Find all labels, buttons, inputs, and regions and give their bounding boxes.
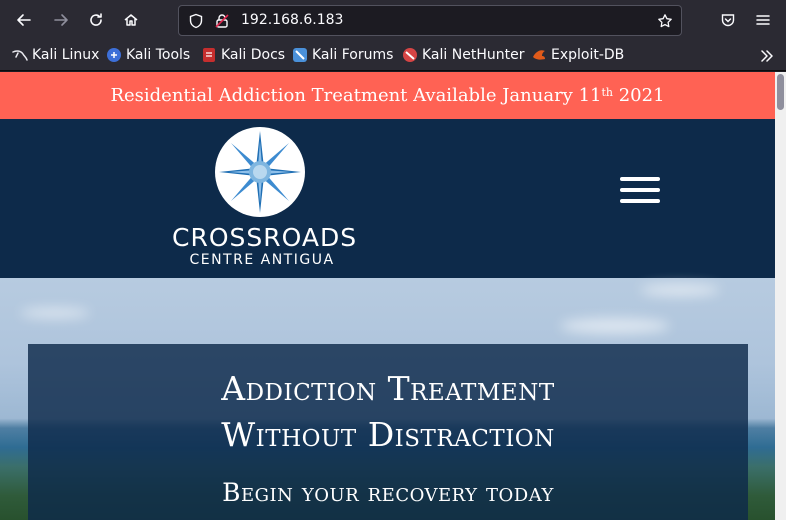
hamburger-line xyxy=(620,199,660,203)
hero-cloud xyxy=(640,284,720,296)
bookmark-exploit-db[interactable]: Exploit-DB xyxy=(531,47,624,63)
bookmark-kali-forums[interactable]: Kali Forums xyxy=(292,47,393,63)
browser-toolbar: 192.168.6.183 xyxy=(0,0,786,40)
hamburger-line xyxy=(620,177,660,181)
scrollbar-thumb[interactable] xyxy=(777,74,784,110)
bookmark-label: Kali Docs xyxy=(221,47,286,63)
hero-heading-line-2: Without Distraction xyxy=(221,415,555,454)
home-button[interactable] xyxy=(119,8,143,32)
back-arrow-icon xyxy=(17,14,31,26)
bookmark-kali-nethunter[interactable]: Kali NetHunter xyxy=(402,47,524,63)
bookmark-label: Kali Linux xyxy=(32,47,100,63)
announcement-bar[interactable]: Residential Addiction Treatment Availabl… xyxy=(0,72,775,119)
bookmark-star-icon[interactable] xyxy=(657,13,673,29)
tracking-protection-shield-icon[interactable] xyxy=(188,13,204,29)
logo-title: CROSSROADS xyxy=(172,223,358,252)
pocket-button[interactable] xyxy=(716,8,740,32)
back-button[interactable] xyxy=(12,8,36,32)
bookmark-label: Kali Forums xyxy=(312,47,394,63)
announcement-year: 2021 xyxy=(613,85,665,106)
reload-icon xyxy=(90,13,102,26)
hamburger-menu-button[interactable] xyxy=(620,177,660,203)
site-logo[interactable]: CROSSROADS CENTRE ANTIGUA xyxy=(172,127,358,268)
menu-icon xyxy=(756,15,770,25)
hero-overlay-box: Addiction Treatment Without Distraction … xyxy=(28,344,748,520)
page-scrollbar[interactable] xyxy=(775,72,786,520)
hero-section: Addiction Treatment Without Distraction … xyxy=(0,278,775,520)
address-bar[interactable]: 192.168.6.183 xyxy=(178,5,682,36)
bookmark-label: Exploit-DB xyxy=(551,47,625,63)
bookmark-kali-linux[interactable]: Kali Linux xyxy=(12,47,99,63)
home-icon xyxy=(124,14,138,26)
pocket-icon xyxy=(721,14,735,27)
hero-heading: Addiction Treatment Without Distraction xyxy=(28,366,748,458)
bookmark-label: Kali Tools xyxy=(126,47,191,63)
bookmark-kali-docs[interactable]: Kali Docs xyxy=(201,47,285,63)
reload-button[interactable] xyxy=(84,8,108,32)
app-menu-button[interactable] xyxy=(751,8,775,32)
hero-cloud xyxy=(560,318,670,334)
forward-button[interactable] xyxy=(49,8,73,32)
bookmarks-toolbar: Kali Linux Kali Tools Kali Docs Kali For… xyxy=(0,40,786,71)
announcement-superscript: th xyxy=(601,86,613,99)
hero-subheading: Begin your recovery today xyxy=(222,478,554,507)
kali-forums-icon xyxy=(293,48,307,62)
kali-dragon-icon xyxy=(12,50,28,61)
hamburger-line xyxy=(620,188,660,192)
url-text[interactable]: 192.168.6.183 xyxy=(241,12,343,28)
page-viewport: Residential Addiction Treatment Availabl… xyxy=(0,72,775,520)
announcement-text: Residential Addiction Treatment Availabl… xyxy=(110,85,602,106)
kali-nethunter-icon xyxy=(403,48,417,62)
forward-arrow-icon xyxy=(54,14,68,26)
insecure-lock-icon[interactable] xyxy=(214,13,230,29)
logo-subtitle: CENTRE ANTIGUA xyxy=(189,252,335,268)
bookmarks-overflow-button[interactable] xyxy=(755,44,779,68)
bookmark-kali-tools[interactable]: Kali Tools xyxy=(106,47,190,63)
site-header: CROSSROADS CENTRE ANTIGUA xyxy=(0,119,775,278)
kali-docs-icon xyxy=(203,48,215,62)
exploit-db-icon xyxy=(533,50,545,60)
double-chevron-right-icon xyxy=(761,50,773,62)
hero-cloud xyxy=(20,308,90,318)
compass-logo-icon xyxy=(215,127,305,217)
bookmark-label: Kali NetHunter xyxy=(422,47,525,63)
kali-tools-icon xyxy=(107,48,121,62)
hero-heading-line-1: Addiction Treatment xyxy=(221,369,555,408)
